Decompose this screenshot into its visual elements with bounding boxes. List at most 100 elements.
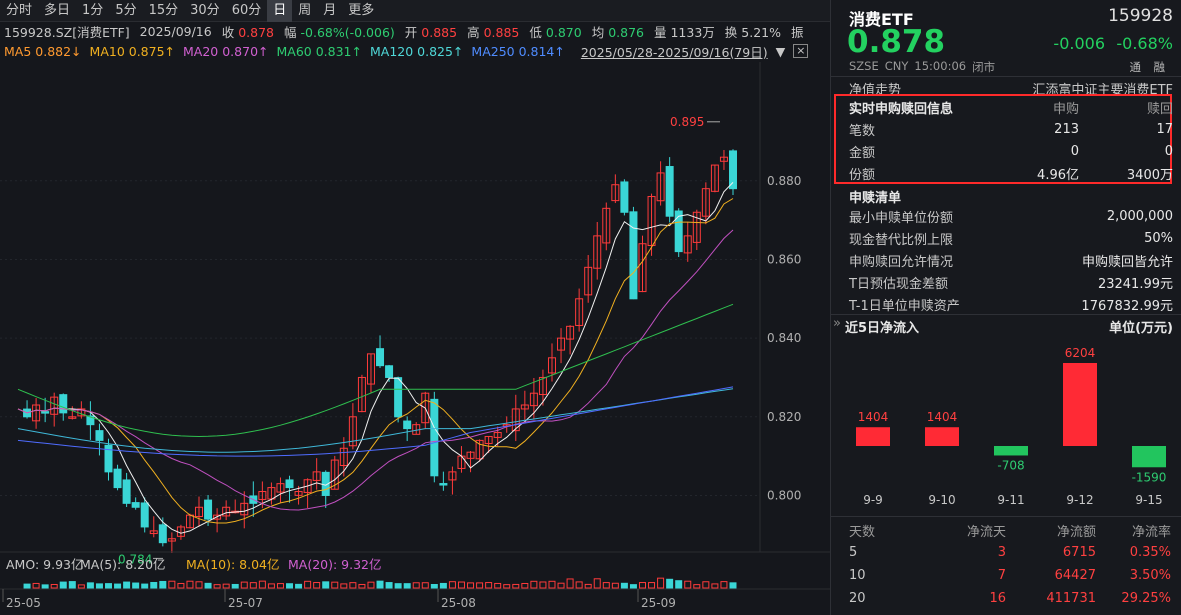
period-tab-2[interactable]: 1分 <box>76 0 109 22</box>
candle-down <box>440 484 447 486</box>
app-window: 分时多日1分5分15分30分60分日周月更多 综合屏F9前复权超级叠加画线工具⚙… <box>0 0 1181 615</box>
period-tab-9[interactable]: 月 <box>317 0 342 22</box>
volume-bar <box>287 584 293 588</box>
volume-bar <box>223 584 229 588</box>
stats-flow-rate: 29.25% <box>1096 591 1171 606</box>
amo-label-3: MA(20): 9.32亿 <box>288 557 382 572</box>
period-tab-4[interactable]: 15分 <box>143 0 185 22</box>
close-label: 收 <box>222 25 235 40</box>
volume-bar <box>730 583 736 588</box>
inflow-bar <box>1063 363 1097 446</box>
inflow-date-label: 9-9 <box>863 493 883 507</box>
low-label: 低 <box>529 25 542 40</box>
ma20-line <box>18 230 733 510</box>
kline-chart[interactable]: 0.8800.8600.8400.8200.8000.8950.784AMO: … <box>0 62 830 615</box>
turnover-value: 5.21% <box>741 25 781 40</box>
price-change: -0.006 <box>1053 34 1105 53</box>
stats-flow-days: 7 <box>919 568 1006 583</box>
inflow-bar <box>994 446 1028 455</box>
volume-bar <box>160 581 166 588</box>
candle-down <box>132 503 139 508</box>
candle-down <box>96 431 103 441</box>
change-field: 幅 -0.68%(-0.006) <box>284 22 395 41</box>
volume-bar <box>51 584 57 588</box>
volume-bar <box>78 585 84 588</box>
volume-bar <box>440 583 446 588</box>
close-price: 收 0.878 <box>222 22 274 41</box>
subscribe-value: 0 <box>1009 144 1079 159</box>
volume-bar <box>241 582 247 588</box>
list-value: 50% <box>1144 231 1173 246</box>
volume-bar <box>621 583 627 588</box>
volume-bar <box>124 582 130 588</box>
volume-bar <box>178 583 184 588</box>
quote-side-panel: 消费ETF 159928 0.878 -0.006 -0.68% SZSE CN… <box>831 0 1181 615</box>
subscription-header: 实时申购赎回信息 申购 赎回 <box>849 96 1173 118</box>
volume-bar <box>431 585 437 588</box>
inflow-date-label: 9-10 <box>928 493 955 507</box>
volume-label: 量 <box>654 25 667 40</box>
period-tab-5[interactable]: 30分 <box>184 0 226 22</box>
period-tab-6[interactable]: 60分 <box>226 0 268 22</box>
stats-row: 201641173129.25% <box>849 587 1171 609</box>
list-value: 2,000,000 <box>1107 209 1173 224</box>
inflow-date-label: 9-15 <box>1135 493 1162 507</box>
volume-bar <box>332 582 338 588</box>
ma120-legend: MA120 0.825↑ <box>370 44 463 59</box>
volume-bar <box>115 584 121 588</box>
date-range-selector[interactable]: 2025/05/28-2025/09/16(79日) <box>581 42 768 61</box>
volume-bar <box>33 583 39 588</box>
inflow-date-label: 9-12 <box>1066 493 1093 507</box>
candle-down <box>395 378 402 417</box>
stats-flow-rate: 3.50% <box>1096 568 1171 583</box>
stats-flow-amount: 64427 <box>1006 568 1096 583</box>
volume-bar <box>305 581 311 588</box>
divider <box>831 516 1181 517</box>
collapse-icon[interactable]: » <box>833 316 841 331</box>
volume-bar <box>277 584 283 588</box>
open-value: 0.885 <box>421 25 457 40</box>
period-tab-1[interactable]: 多日 <box>38 0 76 22</box>
inflow-value-label: 1404 <box>858 410 889 424</box>
volume-bar <box>649 583 655 588</box>
subscription-row: 份额4.96亿3400万 <box>849 162 1173 184</box>
list-row: T日预估现金差额23241.99元 <box>849 271 1173 293</box>
volume-bar <box>703 582 709 588</box>
stats-col-header: 净流天 <box>919 521 1006 540</box>
volume-bar <box>187 581 193 588</box>
list-label: T-1日单位申赎资产 <box>849 295 960 314</box>
dropdown-triangle-icon[interactable]: ▼ <box>776 44 786 59</box>
volume-bar <box>359 584 365 588</box>
volume-bar <box>196 582 202 588</box>
volume-bar <box>314 583 320 588</box>
flow-unit: 单位(万元) <box>1109 317 1173 336</box>
ma10-line <box>18 199 733 524</box>
margin-tag: 融 <box>1154 59 1166 75</box>
divider <box>831 314 1181 315</box>
period-tab-8[interactable]: 周 <box>292 0 317 22</box>
last-price: 0.878 <box>847 24 945 60</box>
period-tab-0[interactable]: 分时 <box>0 0 38 22</box>
stats-col-header: 净流率 <box>1096 521 1171 540</box>
fund-code: 159928 <box>1108 6 1173 26</box>
period-tab-7[interactable]: 日 <box>267 0 292 22</box>
period-tab-10[interactable]: 更多 <box>342 0 380 22</box>
y-tick-label: 0.880 <box>767 174 801 188</box>
volume-bar <box>69 582 75 588</box>
volume-bar <box>404 584 410 588</box>
volume-bar <box>504 585 510 588</box>
candle-down <box>386 366 393 378</box>
list-row: T-1日单位申赎资产1767832.99元 <box>849 293 1173 315</box>
row-label: 份额 <box>849 164 1009 183</box>
volume-bar <box>495 583 501 588</box>
volume-bar <box>24 584 30 588</box>
volume-bar <box>658 578 664 588</box>
ma5-legend: MA5 0.882↓ <box>4 44 82 59</box>
period-tab-3[interactable]: 5分 <box>109 0 142 22</box>
amo-label-1: MA(5): 8.20亿 <box>80 557 166 572</box>
redeem-value: 3400万 <box>1079 164 1173 183</box>
stats-flow-days: 16 <box>919 591 1006 606</box>
candle-down <box>60 395 67 413</box>
volume-bar <box>259 581 265 588</box>
close-chart-icon[interactable]: × <box>793 44 808 58</box>
